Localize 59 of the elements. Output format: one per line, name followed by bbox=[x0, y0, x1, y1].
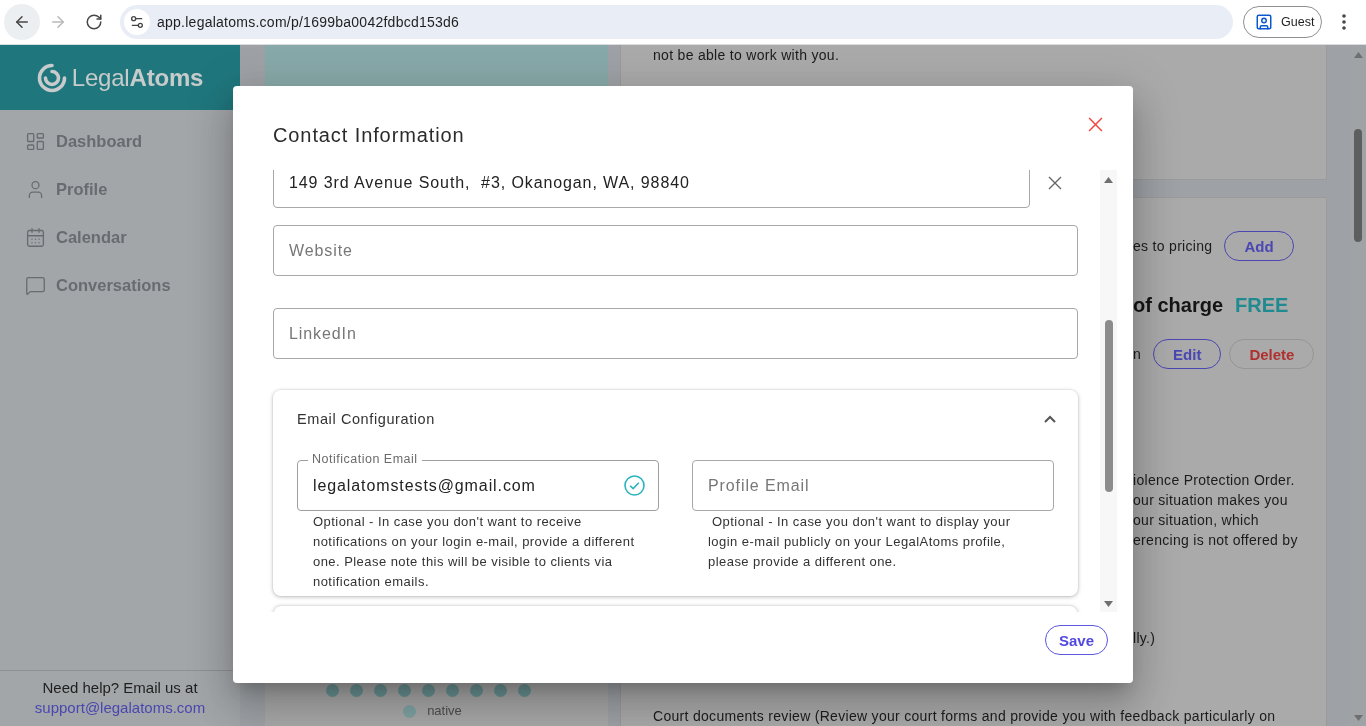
chevron-up-icon[interactable] bbox=[1044, 415, 1056, 423]
price-label: of charge bbox=[1133, 293, 1224, 317]
scroll-down-icon[interactable] bbox=[1104, 601, 1113, 607]
helper-text: Optional - In case you don't want to display your login e-mail publicly on your LegalAtoms profile, please provide a different one. bbox=[708, 513, 1012, 571]
body-text: our situation makes you bbox=[1133, 491, 1289, 510]
address-field[interactable]: 149 3rd Avenue South, #3, Okanogan, WA, 98840 bbox=[273, 170, 1030, 208]
body-text: es to pricing bbox=[1133, 237, 1213, 256]
calendar-icon bbox=[25, 226, 46, 248]
helper-text: Optional - In case you don't want to receive notifications on your login e-mail, provide a different one. Please note this will be visible to clients via notification emails. bbox=[313, 513, 636, 591]
nav-item[interactable]: Dashboard bbox=[0, 117, 240, 165]
profile-button[interactable]: Guest bbox=[1243, 6, 1322, 38]
body-text: Court documents review (Review your court forms and provide you with feedback particularly on bbox=[653, 707, 1277, 726]
dot-icon bbox=[421, 684, 435, 697]
arrow-right-icon bbox=[49, 13, 67, 31]
body-text: not be able to work with you. bbox=[653, 46, 841, 65]
logo-text: LegalAtoms bbox=[71, 63, 204, 92]
dot-icon bbox=[445, 684, 459, 697]
more-vertical-icon bbox=[1342, 14, 1346, 30]
legend-label: native bbox=[427, 703, 462, 719]
field-label: Notification Email bbox=[308, 452, 422, 466]
email-field[interactable]: Profile Email bbox=[692, 460, 1054, 511]
person-badge-icon bbox=[1255, 13, 1273, 31]
body-text: iolence Protection Order. bbox=[1133, 471, 1294, 490]
clear-button[interactable] bbox=[1047, 174, 1063, 191]
body-text: our situation, which bbox=[1133, 511, 1260, 530]
nav-item[interactable]: Calendar bbox=[0, 213, 240, 261]
dot-icon bbox=[325, 684, 339, 697]
scroll-up-icon[interactable] bbox=[1104, 177, 1113, 183]
address-bar[interactable]: app.legalatoms.com/p/1699ba0042fdbcd153d6 bbox=[120, 5, 1233, 39]
back-button[interactable] bbox=[4, 4, 40, 40]
save-button[interactable]: Save bbox=[1045, 625, 1108, 655]
logo-icon bbox=[36, 62, 67, 93]
dot-icon bbox=[397, 684, 411, 697]
dot-icon bbox=[349, 684, 363, 697]
body-text: lly.) bbox=[1133, 629, 1157, 648]
grid-icon bbox=[25, 130, 46, 152]
body-text: n bbox=[1133, 345, 1142, 364]
tune-icon[interactable] bbox=[124, 9, 150, 35]
legend-dot-icon bbox=[403, 704, 417, 718]
nav-item[interactable]: Profile bbox=[0, 165, 240, 213]
dot-icon bbox=[373, 684, 387, 697]
close-icon bbox=[1087, 116, 1103, 132]
dot-icon bbox=[493, 684, 507, 697]
text-field[interactable]: LinkedIn bbox=[273, 308, 1078, 359]
email-link[interactable]: support@legalatoms.com bbox=[34, 698, 206, 718]
section-title: Email Configuration bbox=[297, 411, 435, 427]
nav-item[interactable]: Conversations bbox=[0, 261, 240, 309]
help-text: Need help? Email us at bbox=[42, 678, 198, 698]
speech-bubble-icon bbox=[25, 274, 46, 296]
close-button[interactable] bbox=[1087, 116, 1103, 132]
dot-icon bbox=[469, 684, 483, 697]
clear-icon bbox=[1048, 175, 1062, 190]
price-value: FREE bbox=[1235, 293, 1289, 317]
text-field[interactable]: Website bbox=[273, 225, 1078, 276]
scrollbar-thumb[interactable] bbox=[1104, 320, 1113, 492]
dialog-title: Contact Information bbox=[273, 123, 465, 148]
reload-icon bbox=[85, 13, 103, 31]
dot-icon bbox=[517, 684, 531, 697]
scrollbar-thumb[interactable] bbox=[1354, 129, 1362, 242]
